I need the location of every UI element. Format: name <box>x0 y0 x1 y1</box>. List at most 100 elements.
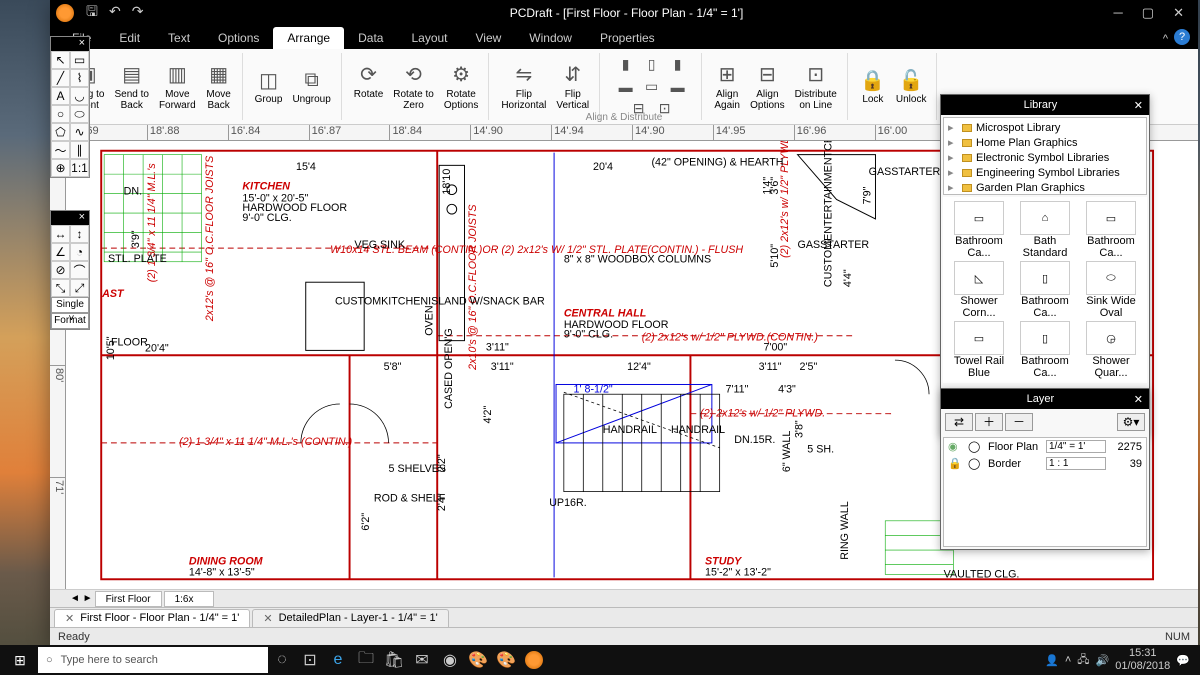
menu-layout[interactable]: Layout <box>397 27 461 49</box>
flip-v-button[interactable]: ⇵FlipVertical <box>552 61 593 113</box>
start-button[interactable]: ⊞ <box>2 645 38 675</box>
taskbar-search[interactable]: ○Type here to search <box>38 647 268 673</box>
tool-rect[interactable]: ▭ <box>70 51 89 69</box>
align-right-button[interactable]: ▮ <box>666 55 690 75</box>
library-item[interactable]: ▯Bathroom Ca... <box>1013 261 1077 319</box>
library-item[interactable]: ▭Bathroom Ca... <box>947 201 1011 259</box>
rotate-zero-button[interactable]: ⟲Rotate toZero <box>389 61 438 113</box>
align-bottom-button[interactable]: ▬ <box>666 77 690 97</box>
panel-close-icon[interactable]: ✕ <box>1134 99 1143 112</box>
tool-polyline[interactable]: ⌇ <box>70 69 89 87</box>
explorer-icon[interactable]: 🗀 <box>352 645 380 675</box>
tool-palette-main[interactable]: × ↖▭ ╱⌇ A◡ ○⬭ ⬠∿ 〜∥ ⊕1:1 <box>50 36 90 178</box>
tool-dim-chain[interactable]: ⤡ <box>51 279 70 297</box>
taskbar-clock[interactable]: 15:3101/08/2018 <box>1115 647 1170 673</box>
layer-row[interactable]: 🔒 ◯ Border 1 : 1 39 <box>944 455 1146 472</box>
layer-row[interactable]: ◉ ◯ Floor Plan 1/4" = 1' 2275 <box>944 438 1146 455</box>
menu-view[interactable]: View <box>462 27 516 49</box>
qat-save-icon[interactable]: 🖫 <box>86 3 98 19</box>
dim-mode-select[interactable]: Single ˅ <box>51 297 89 313</box>
panel-close-icon[interactable]: ✕ <box>1134 393 1143 406</box>
layer-panel[interactable]: Layer✕ ⇄ ＋ － ⚙▾ ◉ ◯ Floor Plan 1/4" = 1'… <box>940 388 1150 550</box>
layer-remove-button[interactable]: － <box>1005 413 1033 431</box>
task-view-icon[interactable]: ⊡ <box>296 645 324 675</box>
library-item[interactable]: ◶Shower Quar... <box>1079 321 1143 379</box>
menu-text[interactable]: Text <box>154 27 204 49</box>
tab-close-icon[interactable]: ✕ <box>263 612 272 625</box>
active-icon[interactable]: ◯ <box>968 440 982 453</box>
send-to-back-button[interactable]: ▤Send toBack <box>110 61 152 113</box>
tool-ellipse[interactable]: ⬭ <box>70 105 89 123</box>
distribute-line-button[interactable]: ⊡Distributeon Line <box>791 61 841 113</box>
tool-marker[interactable]: ⊕ <box>51 159 70 177</box>
tool-polygon[interactable]: ⬠ <box>51 123 70 141</box>
align-top-button[interactable]: ▬ <box>614 77 638 97</box>
close-button[interactable]: ✕ <box>1173 5 1184 20</box>
mail-icon[interactable]: ✉ <box>408 645 436 675</box>
menu-properties[interactable]: Properties <box>586 27 669 49</box>
tool-dim-v[interactable]: ↕ <box>70 225 89 243</box>
align-again-button[interactable]: ⊞AlignAgain <box>710 61 744 113</box>
tree-item[interactable]: ▸Garden Plan Graphics <box>944 180 1146 195</box>
align-left-button[interactable]: ▮ <box>614 55 638 75</box>
sheet-tab-active[interactable]: First Floor <box>95 591 162 607</box>
library-item[interactable]: ⌂Bath Standard <box>1013 201 1077 259</box>
tree-item[interactable]: ▸Home Plan Graphics <box>944 135 1146 150</box>
move-forward-button[interactable]: ▥MoveForward <box>155 61 200 113</box>
layer-link-button[interactable]: ⇄ <box>945 413 973 431</box>
tree-item[interactable]: ▸Electronic Symbol Libraries <box>944 150 1146 165</box>
lock-button[interactable]: 🔒Lock <box>856 66 890 107</box>
tree-item[interactable]: ▸Engineering Symbol Libraries <box>944 165 1146 180</box>
tool-arc[interactable]: ◡ <box>70 87 89 105</box>
ungroup-button[interactable]: ⧉Ungroup <box>288 66 334 107</box>
qat-redo-icon[interactable]: ↷ <box>132 3 144 19</box>
app-icon[interactable]: 🎨 <box>492 645 520 675</box>
group-button[interactable]: ◫Group <box>251 66 287 107</box>
tool-circle[interactable]: ○ <box>51 105 70 123</box>
tool-pointer[interactable]: ↖ <box>51 51 70 69</box>
menu-window[interactable]: Window <box>515 27 586 49</box>
menu-data[interactable]: Data <box>344 27 397 49</box>
ribbon-collapse-icon[interactable]: ^ <box>1163 33 1168 45</box>
menu-arrange[interactable]: Arrange <box>273 27 344 49</box>
rotate-button[interactable]: ⟳Rotate <box>350 61 387 113</box>
library-item[interactable]: ◺Shower Corn... <box>947 261 1011 319</box>
sheet-scale[interactable]: 1:6x <box>164 591 214 607</box>
unlock-button[interactable]: 🔓Unlock <box>892 66 931 107</box>
maximize-button[interactable]: ▢ <box>1142 5 1154 20</box>
tool-zoom[interactable]: 1:1 <box>70 159 89 177</box>
tree-item[interactable]: ▸Microspot Library <box>944 120 1146 135</box>
align-middle-button[interactable]: ▭ <box>640 77 664 97</box>
layer-scale-select[interactable]: 1 : 1 <box>1046 457 1106 470</box>
help-button[interactable]: ? <box>1174 29 1190 45</box>
layer-scale-select[interactable]: 1/4" = 1' <box>1046 440 1106 453</box>
library-item[interactable]: ▯Bathroom Ca... <box>1013 321 1077 379</box>
palette-close[interactable]: × <box>51 37 89 51</box>
library-item[interactable]: ▭Towel Rail Blue <box>947 321 1011 379</box>
visibility-icon[interactable]: ◉ <box>948 440 962 453</box>
minimize-button[interactable]: ─ <box>1113 5 1122 20</box>
active-icon[interactable]: ◯ <box>968 457 982 470</box>
tool-line[interactable]: ╱ <box>51 69 70 87</box>
tool-palette-dims[interactable]: × ↔↕ ∠◔ ⊘⌒ ⤡⤢ Single ˅ Format <box>50 210 90 330</box>
tool-freehand[interactable]: 〜 <box>51 141 70 159</box>
tool-dim-angle[interactable]: ∠ <box>51 243 70 261</box>
move-back-button[interactable]: ▦MoveBack <box>202 61 236 113</box>
lock-icon[interactable]: 🔒 <box>948 457 962 470</box>
network-icon[interactable]: 🖧 <box>1077 651 1089 670</box>
menu-edit[interactable]: Edit <box>105 27 154 49</box>
store-icon[interactable]: 🛍 <box>380 645 408 675</box>
volume-icon[interactable]: 🔊 <box>1096 654 1110 667</box>
layer-add-button[interactable]: ＋ <box>975 413 1003 431</box>
library-panel[interactable]: Library✕ ▸Microspot Library ▸Home Plan G… <box>940 94 1150 436</box>
edge-icon[interactable]: e <box>324 645 352 675</box>
tool-dim-arc[interactable]: ⌒ <box>70 261 89 279</box>
library-tree[interactable]: ▸Microspot Library ▸Home Plan Graphics ▸… <box>943 117 1147 195</box>
doc-tab-2[interactable]: ✕DetailedPlan - Layer-1 - 1/4" = 1' <box>252 609 448 627</box>
library-item[interactable]: ⬭Sink Wide Oval <box>1079 261 1143 319</box>
tool-dim-base[interactable]: ⤢ <box>70 279 89 297</box>
rotate-options-button[interactable]: ⚙RotateOptions <box>440 61 482 113</box>
tool-curve[interactable]: ∿ <box>70 123 89 141</box>
tool-dim-h[interactable]: ↔ <box>51 225 70 243</box>
tab-close-icon[interactable]: ✕ <box>65 612 74 625</box>
